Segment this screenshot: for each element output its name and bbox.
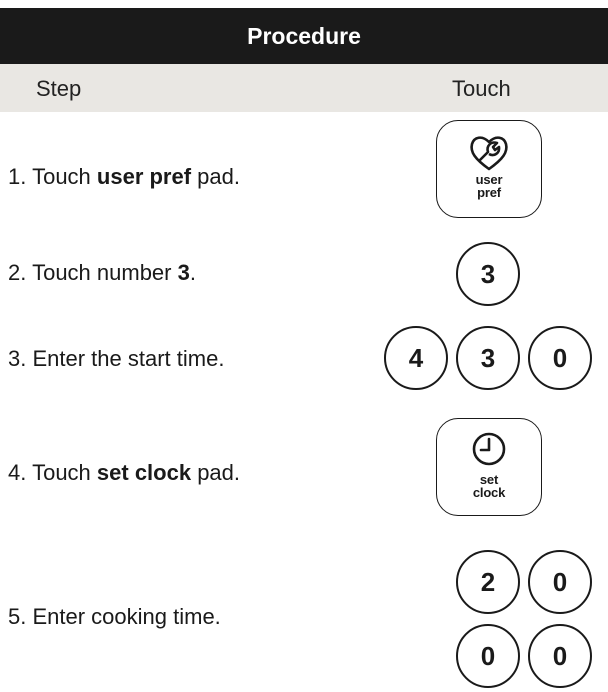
procedure-title: Procedure <box>0 8 608 64</box>
step-3-text: 3. Enter the start time. <box>8 346 225 371</box>
clock-icon <box>472 432 506 466</box>
number-4-key[interactable]: 4 <box>384 326 448 390</box>
wrench-heart-icon <box>470 136 508 171</box>
set-clock-line2: clock <box>472 485 506 500</box>
number-0-key[interactable]: 0 <box>528 624 592 688</box>
step-5-text: 5. Enter cooking time. <box>8 604 221 629</box>
step-1-text: 1. Touch user pref pad. <box>8 164 240 189</box>
column-header-step: Step <box>36 76 82 101</box>
number-3-key[interactable]: 3 <box>456 326 520 390</box>
number-0-key[interactable]: 0 <box>456 624 520 688</box>
user-pref-pad[interactable]: user pref <box>436 120 542 218</box>
step-4-text: 4. Touch set clock pad. <box>8 460 241 485</box>
table-header: Step Touch <box>0 64 608 112</box>
column-header-touch: Touch <box>452 76 511 101</box>
user-pref-line2: pref <box>477 185 501 200</box>
number-0-key[interactable]: 0 <box>528 326 592 390</box>
set-clock-pad[interactable]: set clock <box>436 418 542 516</box>
number-0-key[interactable]: 0 <box>528 550 592 614</box>
number-3-key[interactable]: 3 <box>456 242 520 306</box>
number-2-key[interactable]: 2 <box>456 550 520 614</box>
step-2-text: 2. Touch number 3. <box>8 260 196 285</box>
